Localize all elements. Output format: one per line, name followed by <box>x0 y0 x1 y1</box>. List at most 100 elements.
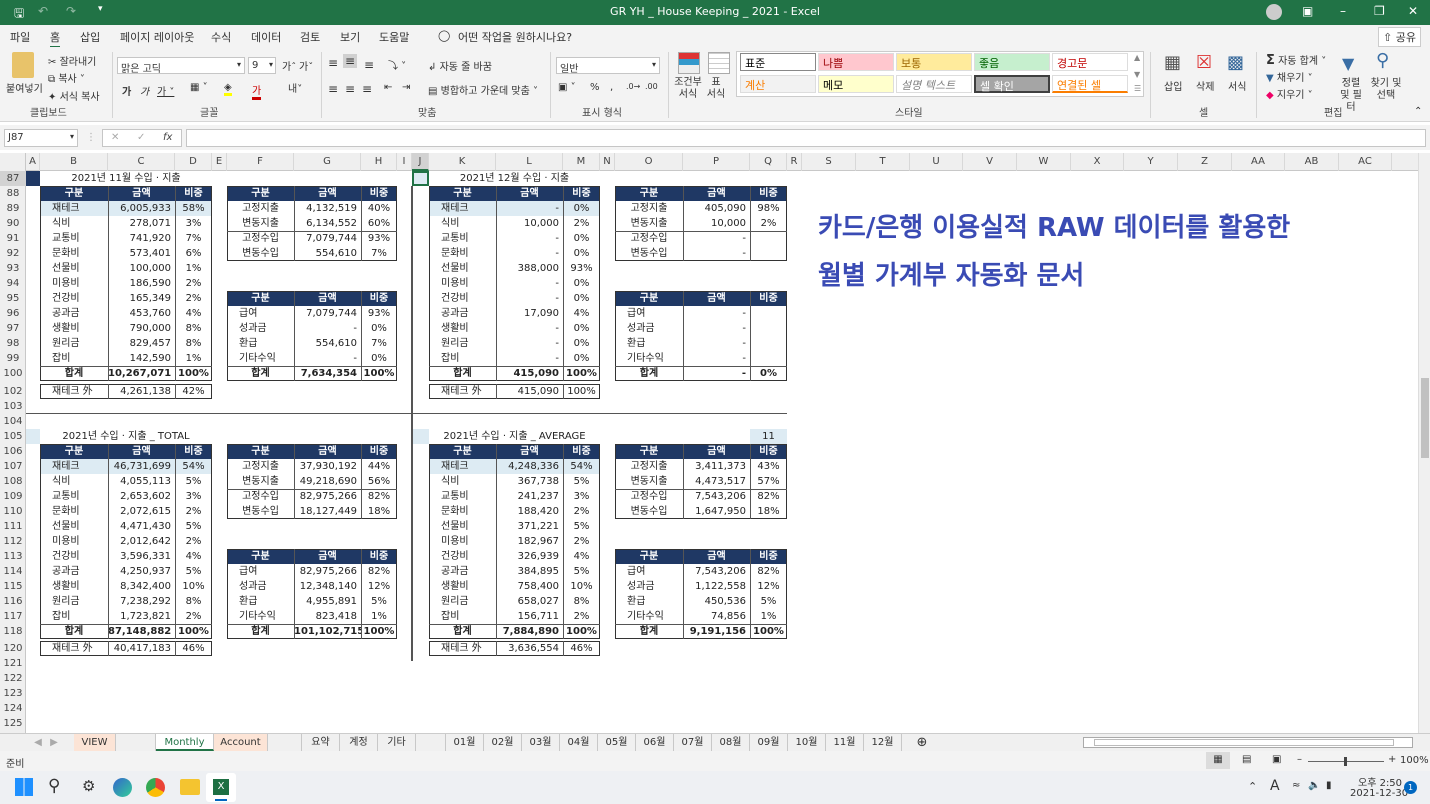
row-header-87[interactable]: 87 <box>0 171 26 186</box>
italic-button[interactable]: 가 <box>140 83 149 98</box>
bold-button[interactable]: 가 <box>122 83 131 98</box>
format-cells-button[interactable]: 서식 <box>1228 78 1246 93</box>
tab-view[interactable]: 보기 <box>340 29 360 45</box>
cut-button[interactable]: ✂ 잘라내기 <box>48 53 96 68</box>
fill-button[interactable]: ▼ 채우기 ˅ <box>1266 69 1313 84</box>
row-header-104[interactable]: 104 <box>0 414 26 429</box>
font-color-button[interactable]: 가 <box>252 82 262 100</box>
column-header-J[interactable]: J <box>412 153 429 171</box>
column-header-W[interactable]: W <box>1017 153 1071 171</box>
horizontal-scrollbar[interactable] <box>1083 737 1413 748</box>
zoom-slider-thumb[interactable] <box>1344 757 1347 766</box>
align-middle-button[interactable]: ≡ <box>343 54 358 68</box>
decrease-indent-button[interactable]: ⇤ <box>384 82 392 93</box>
column-header-A[interactable]: A <box>26 153 40 171</box>
row-header-111[interactable]: 111 <box>0 519 26 534</box>
sheet-tab-계정[interactable]: 계정 <box>340 734 378 751</box>
row-header-90[interactable]: 90 <box>0 216 26 231</box>
close-icon[interactable]: ✕ <box>1408 4 1418 18</box>
account-avatar-icon[interactable] <box>1266 4 1282 20</box>
row-header-114[interactable]: 114 <box>0 564 26 579</box>
vertical-scroll-thumb[interactable] <box>1421 378 1429 458</box>
align-top-button[interactable]: ≡ <box>328 56 338 70</box>
sheet-tab-blank[interactable] <box>268 734 302 751</box>
row-header-109[interactable]: 109 <box>0 489 26 504</box>
style-9[interactable]: 연결된 셀 <box>1052 75 1128 93</box>
align-right-button[interactable]: ≡ <box>362 82 372 96</box>
row-header-113[interactable]: 113 <box>0 549 26 564</box>
delete-cells-button[interactable]: 삭제 <box>1196 78 1214 93</box>
increase-indent-button[interactable]: ⇥ <box>402 82 410 93</box>
tab-page-layout[interactable]: 페이지 레이아웃 <box>120 29 194 45</box>
row-header-123[interactable]: 123 <box>0 686 26 701</box>
row-header-99[interactable]: 99 <box>0 351 26 366</box>
tab-home[interactable]: 홈 <box>50 29 61 48</box>
row-header-88[interactable]: 88 <box>0 186 26 201</box>
underline-button[interactable]: 가 ˅ <box>157 83 174 98</box>
phonetic-button[interactable]: 내˅ <box>288 80 302 95</box>
borders-button[interactable]: ▦ ˅ <box>190 82 208 93</box>
increase-decimal-button[interactable]: .0→ <box>626 82 640 91</box>
style-2[interactable]: 보통 <box>896 53 972 71</box>
column-header-P[interactable]: P <box>683 153 750 171</box>
restore-icon[interactable]: ❐ <box>1374 4 1385 18</box>
selected-cell-J87[interactable] <box>412 171 429 186</box>
sheet-tab-Monthly[interactable]: Monthly <box>156 734 214 751</box>
column-header-H[interactable]: H <box>361 153 397 171</box>
column-header-E[interactable]: E <box>212 153 227 171</box>
decrease-decimal-button[interactable]: .00 <box>645 82 658 91</box>
comma-button[interactable]: , <box>610 82 613 93</box>
battery-icon[interactable]: ▮ <box>1326 780 1332 791</box>
scroll-tabs-right[interactable]: ▶ <box>46 734 62 751</box>
column-header-M[interactable]: M <box>563 153 600 171</box>
ribbon-display-icon[interactable]: ▣ <box>1302 4 1313 18</box>
column-header-G[interactable]: G <box>294 153 361 171</box>
accounting-format-button[interactable]: ▣ ˅ <box>558 82 576 93</box>
insert-cells-button[interactable]: 삽입 <box>1164 78 1182 93</box>
column-header-Y[interactable]: Y <box>1124 153 1178 171</box>
tell-me-search[interactable]: 어떤 작업을 원하시나요? <box>458 29 572 45</box>
row-header-92[interactable]: 92 <box>0 246 26 261</box>
column-header-AA[interactable]: AA <box>1232 153 1285 171</box>
sheet-tab-VIEW[interactable]: VIEW <box>74 734 116 751</box>
delete-cells-icon[interactable]: ☒ <box>1196 52 1212 73</box>
show-hidden-icons[interactable]: ⌃ <box>1248 780 1257 793</box>
column-header-L[interactable]: L <box>496 153 563 171</box>
tab-review[interactable]: 검토 <box>300 29 320 45</box>
sheet-tab-Account[interactable]: Account <box>214 734 268 751</box>
number-format-select[interactable]: 일반 ▾ <box>556 57 660 75</box>
row-header-122[interactable]: 122 <box>0 671 26 686</box>
sheet-tab-기타[interactable]: 기타 <box>378 734 416 751</box>
sheet-tab-07월[interactable]: 07월 <box>674 734 712 751</box>
tab-help[interactable]: 도움말 <box>379 29 409 45</box>
format-as-table-icon[interactable] <box>708 52 730 74</box>
tab-data[interactable]: 데이터 <box>251 29 281 45</box>
wifi-icon[interactable]: ≈ <box>1292 780 1300 791</box>
row-header-106[interactable]: 106 <box>0 444 26 459</box>
column-header-AB[interactable]: AB <box>1285 153 1339 171</box>
column-header-K[interactable]: K <box>429 153 496 171</box>
clock-time[interactable]: 오후 2:50 <box>1358 774 1402 789</box>
style-1[interactable]: 나쁨 <box>818 53 894 71</box>
file-explorer-icon[interactable] <box>180 779 200 795</box>
align-bottom-button[interactable]: ≡ <box>364 58 374 72</box>
sheet-tab-11월[interactable]: 11월 <box>826 734 864 751</box>
decrease-font-button[interactable]: 가ˇ <box>299 58 313 73</box>
gallery-scroll-down[interactable]: ▼ <box>1134 70 1140 79</box>
column-header-D[interactable]: D <box>175 153 212 171</box>
find-select-button[interactable]: 찾기 및 선택 <box>1370 78 1402 102</box>
font-size-select[interactable]: 9 ▾ <box>248 57 276 74</box>
search-icon[interactable]: ⚲ <box>48 776 60 796</box>
insert-function-icon[interactable]: fx <box>163 132 172 143</box>
zoom-slider[interactable] <box>1308 757 1384 766</box>
column-header-T[interactable]: T <box>856 153 910 171</box>
chrome-icon[interactable] <box>146 778 165 797</box>
volume-icon[interactable]: 🔈 <box>1308 780 1320 791</box>
row-header-112[interactable]: 112 <box>0 534 26 549</box>
normal-view-button[interactable]: ▦ <box>1206 752 1230 769</box>
cancel-icon[interactable]: ✕ <box>111 132 119 143</box>
collapse-ribbon-icon[interactable]: ⌃ <box>1414 106 1422 117</box>
row-header-120[interactable]: 120 <box>0 641 26 656</box>
row-header-110[interactable]: 110 <box>0 504 26 519</box>
insert-cells-icon[interactable]: ▦ <box>1164 52 1181 73</box>
